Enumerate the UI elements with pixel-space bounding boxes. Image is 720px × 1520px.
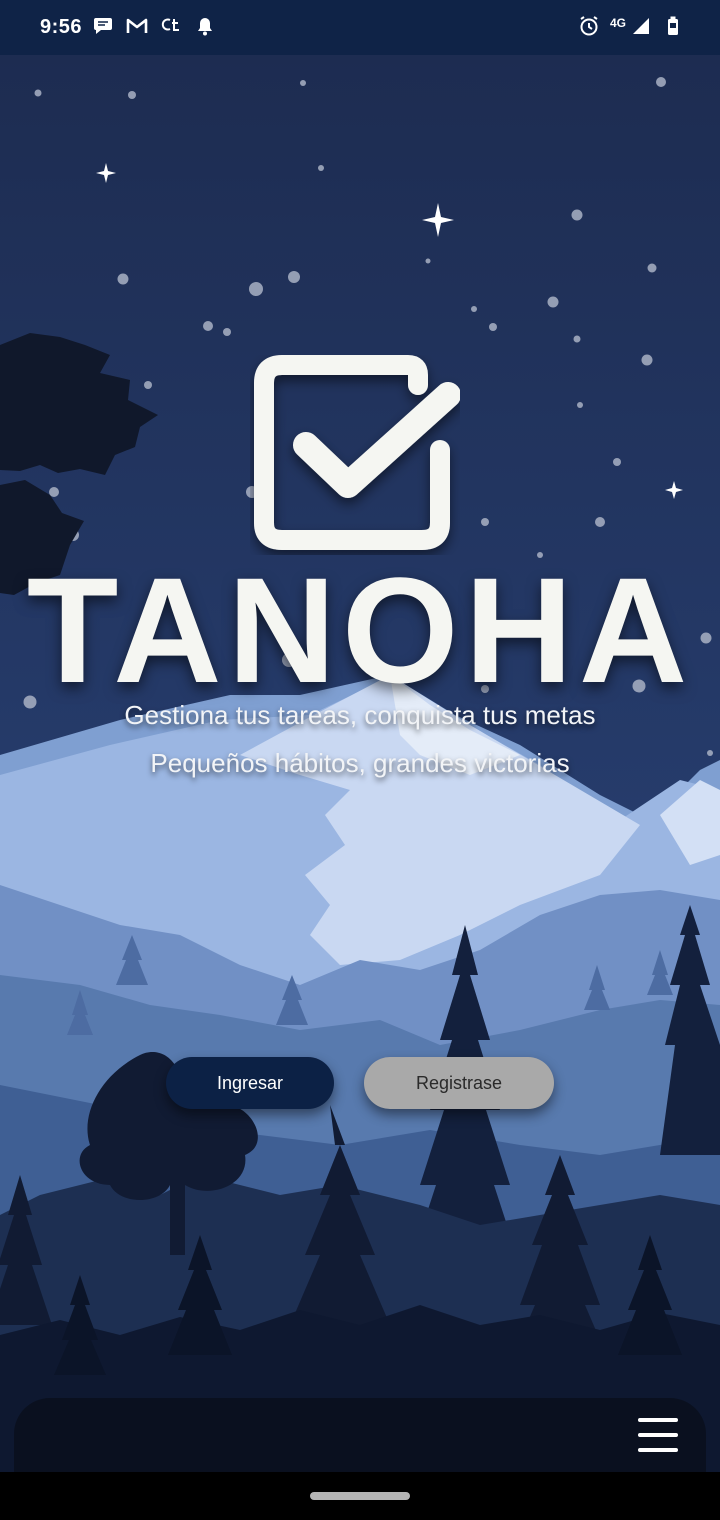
checkbox-logo-icon [250,355,461,555]
notification-icons [92,14,216,38]
login-button[interactable]: Ingresar [166,1057,334,1109]
hamburger-menu-icon[interactable] [638,1418,678,1452]
tagline-secondary: Pequeños hábitos, grandes victorias [150,748,570,778]
ct-icon [160,14,182,38]
bell-icon [194,14,216,38]
battery-icon [662,14,684,38]
alarm-icon [578,14,600,38]
status-bar: 9:56 4G [0,0,720,55]
register-button[interactable]: Registrase [364,1057,554,1109]
home-gesture-handle[interactable] [310,1492,410,1500]
system-navigation-bar [0,1472,720,1520]
tagline-primary: Gestiona tus tareas, conquista tus metas [124,700,596,730]
gmail-icon [126,14,148,38]
bottom-bar [14,1398,706,1472]
status-time: 9:56 [40,16,83,38]
signal-icon [630,14,652,38]
network-type: 4G [609,16,626,30]
app-brand-title: TANOHA [26,546,694,714]
system-icons: 4G [578,14,684,38]
chat-icon [92,14,114,38]
